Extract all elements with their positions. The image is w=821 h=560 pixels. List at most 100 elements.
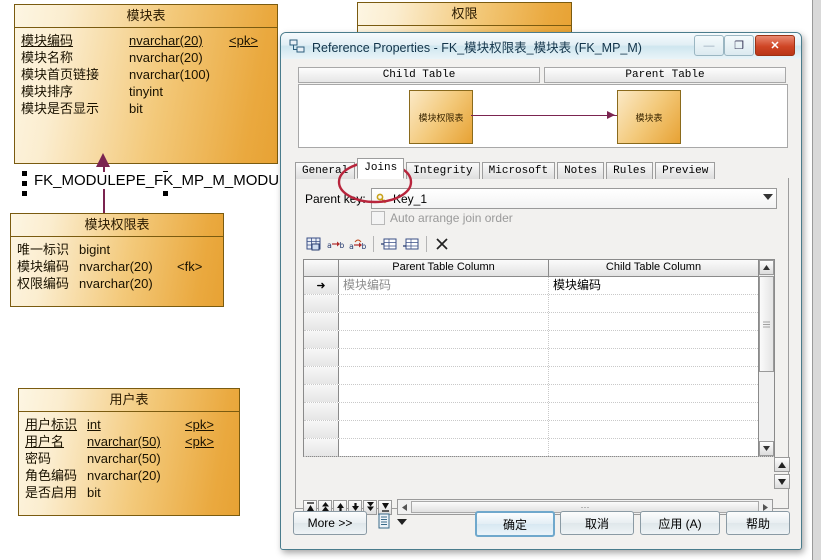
table-row[interactable]: ➜ 模块编码 模块编码 <box>304 277 774 295</box>
row-selector[interactable] <box>304 367 339 384</box>
row-selector[interactable] <box>304 421 339 438</box>
column-type: bit <box>129 101 143 116</box>
selection-handle[interactable] <box>22 191 27 196</box>
diagram-table-module-permission[interactable]: 模块权限表 唯一标识 bigint 模块编码 nvarchar(20) <fk>… <box>10 213 224 307</box>
table-row[interactable] <box>304 349 774 367</box>
selection-handle[interactable] <box>22 181 27 186</box>
scroll-up-icon[interactable] <box>759 260 774 275</box>
tab-notes[interactable]: Notes <box>557 162 605 179</box>
cell-parent-column[interactable] <box>339 331 549 348</box>
toolbar-separator <box>373 236 374 252</box>
parent-key-combo[interactable]: Key_1 <box>371 188 777 209</box>
preview-link-line <box>471 115 621 116</box>
child-table-header: Child Table <box>298 67 540 83</box>
row-selector[interactable] <box>304 385 339 402</box>
cell-child-column[interactable] <box>549 295 759 312</box>
table-row: 模块首页链接 nvarchar(100) <box>21 66 271 83</box>
table-row[interactable] <box>304 295 774 313</box>
diagram-table-user[interactable]: 用户表 用户标识 int <pk> 用户名 nvarchar(50) <pk> … <box>18 388 240 516</box>
more-button[interactable]: More >> <box>293 511 367 535</box>
grid-vertical-scrollbar[interactable] <box>758 260 774 456</box>
tab-bar[interactable]: General Joins Integrity Microsoft Notes … <box>295 158 789 179</box>
scroll-page-up-icon[interactable] <box>774 457 790 472</box>
cell-child-column[interactable] <box>549 313 759 330</box>
auto-arrange-row[interactable]: Auto arrange join order <box>371 211 513 225</box>
list-menu-icon[interactable] <box>377 513 393 531</box>
scrollbar-thumb[interactable] <box>759 276 774 372</box>
dialog-titlebar[interactable]: Reference Properties - FK_模块权限表_模块表 (FK_… <box>281 33 801 60</box>
row-indicator-icon: ➜ <box>304 277 339 294</box>
row-selector[interactable] <box>304 349 339 366</box>
ok-button[interactable]: 确定 <box>475 511 555 537</box>
minimize-button[interactable]: — <box>694 35 724 56</box>
relationship-preview[interactable]: 模块权限表 模块表 <box>298 84 788 148</box>
table-row[interactable] <box>304 367 774 385</box>
row-selector[interactable] <box>304 295 339 312</box>
cell-child-column[interactable] <box>549 385 759 402</box>
delete-row-icon[interactable] <box>431 234 453 254</box>
parent-key-value: Key_1 <box>393 191 428 206</box>
auto-arrange-checkbox[interactable] <box>371 211 385 225</box>
grid-col-child[interactable]: Child Table Column <box>549 260 759 276</box>
cell-parent-column[interactable] <box>339 349 549 366</box>
preview-parent-table[interactable]: 模块表 <box>617 90 681 144</box>
add-join-icon[interactable]: a b <box>325 234 347 254</box>
scroll-down-icon[interactable] <box>759 441 774 456</box>
selection-handle[interactable] <box>163 191 168 196</box>
diagram-table-module[interactable]: 模块表 模块编码 nvarchar(20) <pk> 模块名称 nvarchar… <box>14 4 278 164</box>
table-row[interactable] <box>304 403 774 421</box>
table-row[interactable] <box>304 421 774 439</box>
selection-handle[interactable] <box>22 171 27 176</box>
tab-microsoft[interactable]: Microsoft <box>481 162 556 179</box>
joins-grid[interactable]: Parent Table Column Child Table Column ➜… <box>303 259 775 457</box>
cell-child-column[interactable] <box>549 403 759 420</box>
table-row: 是否启用 bit <box>25 484 233 501</box>
table-row[interactable] <box>304 385 774 403</box>
grid-properties-icon[interactable] <box>303 234 325 254</box>
grid-toolbar[interactable]: a b a b <box>303 233 773 255</box>
tab-rules[interactable]: Rules <box>606 162 654 179</box>
cell-child-column[interactable] <box>549 421 759 438</box>
edit-join-icon[interactable]: a b <box>347 234 369 254</box>
record-nav-vertical[interactable] <box>774 457 790 497</box>
scroll-page-down-icon[interactable] <box>774 474 790 489</box>
row-selector[interactable] <box>304 403 339 420</box>
close-button[interactable]: ✕ <box>755 35 795 56</box>
cell-child-column[interactable] <box>549 439 759 456</box>
cell-child-column[interactable] <box>549 331 759 348</box>
cell-parent-column[interactable] <box>339 385 549 402</box>
row-selector[interactable] <box>304 331 339 348</box>
preview-child-table[interactable]: 模块权限表 <box>409 90 473 144</box>
grid-col-parent[interactable]: Parent Table Column <box>339 260 549 276</box>
cell-child-column[interactable] <box>549 367 759 384</box>
apply-button[interactable]: 应用 (A) <box>640 511 720 535</box>
row-selector[interactable] <box>304 439 339 456</box>
table-row[interactable] <box>304 439 774 457</box>
cell-parent-column[interactable] <box>339 295 549 312</box>
cell-child-column[interactable] <box>549 349 759 366</box>
chevron-down-icon[interactable] <box>763 194 773 200</box>
cell-parent-column[interactable] <box>339 313 549 330</box>
tab-general[interactable]: General <box>295 162 356 179</box>
table-title: 模块权限表 <box>11 214 223 237</box>
cell-child-column[interactable]: 模块编码 <box>549 277 759 294</box>
cell-parent-column[interactable]: 模块编码 <box>339 277 549 294</box>
cell-parent-column[interactable] <box>339 367 549 384</box>
table-row[interactable] <box>304 313 774 331</box>
cancel-button[interactable]: 取消 <box>560 511 634 535</box>
maximize-button[interactable]: ❐ <box>724 35 754 56</box>
column-type: bigint <box>79 242 111 257</box>
chevron-down-icon[interactable] <box>397 519 407 525</box>
reference-properties-dialog[interactable]: Reference Properties - FK_模块权限表_模块表 (FK_… <box>280 32 802 550</box>
cell-parent-column[interactable] <box>339 403 549 420</box>
help-button[interactable]: 帮助 <box>726 511 790 535</box>
cell-parent-column[interactable] <box>339 421 549 438</box>
row-selector[interactable] <box>304 313 339 330</box>
tab-joins[interactable]: Joins <box>357 158 405 179</box>
insert-row-icon[interactable] <box>378 234 400 254</box>
cell-parent-column[interactable] <box>339 439 549 456</box>
tab-integrity[interactable]: Integrity <box>406 162 480 179</box>
add-row-icon[interactable] <box>400 234 422 254</box>
tab-preview[interactable]: Preview <box>655 162 716 179</box>
table-row[interactable] <box>304 331 774 349</box>
